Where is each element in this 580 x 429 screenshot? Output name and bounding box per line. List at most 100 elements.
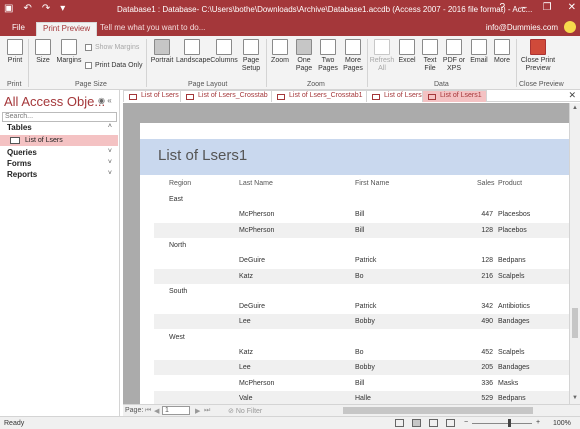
horizontal-scroll-thumb[interactable]: [343, 407, 533, 414]
customize-icon[interactable]: ▾: [60, 3, 65, 14]
more-button[interactable]: More: [492, 39, 512, 65]
chevron-down-icon: ˅: [107, 159, 112, 166]
scroll-up-icon[interactable]: ▲: [572, 105, 578, 111]
zoom-out-icon[interactable]: −: [464, 419, 468, 426]
group-label-page-size: Page Size: [75, 81, 107, 88]
title-bar: ▣ ↶ ↷ ▾ Database1 : Database- C:\Users\b…: [0, 0, 580, 20]
more-pages-icon: [345, 39, 361, 55]
page-setup-button[interactable]: Page Setup: [240, 39, 262, 73]
ribbon-tab-row: File Print Preview Tell me what you want…: [0, 20, 580, 36]
nav-pane-header[interactable]: All Access Obje...: [4, 94, 105, 109]
columns-icon: [216, 39, 232, 55]
zoom-button[interactable]: Zoom: [268, 39, 292, 65]
tab-file[interactable]: File: [6, 22, 31, 33]
text-file-button[interactable]: Text File: [420, 39, 440, 73]
close-document-icon[interactable]: ✕: [568, 90, 576, 101]
next-page-icon[interactable]: ▶: [195, 407, 200, 415]
show-margins-checkbox[interactable]: Show Margins: [85, 44, 139, 51]
feedback-smiley-icon[interactable]: [564, 21, 576, 33]
doc-tab-active[interactable]: List of Lsers1: [422, 90, 487, 102]
restore-icon[interactable]: ❐: [543, 2, 552, 13]
tell-me-search[interactable]: Tell me what you want to do...: [100, 23, 205, 32]
zoom-level: 100%: [553, 420, 571, 427]
page-label: Page:: [125, 407, 144, 414]
print-data-only-checkbox[interactable]: Print Data Only: [85, 62, 142, 69]
nav-item-list-of-lsers[interactable]: List of Lsers: [0, 135, 118, 146]
scroll-thumb[interactable]: [572, 308, 578, 338]
layout-view-icon[interactable]: [429, 419, 438, 427]
zoom-in-icon[interactable]: +: [536, 419, 540, 426]
nav-section-forms[interactable]: Forms ˅: [0, 159, 118, 169]
report-page: List of Lsers1 Region Last Name First Na…: [140, 123, 569, 404]
nav-menu-icon[interactable]: ◉: [98, 96, 105, 105]
scroll-down-icon[interactable]: ▼: [572, 395, 578, 401]
cell-first-name: Patrick: [355, 303, 377, 311]
refresh-all-button[interactable]: Refresh All: [369, 39, 395, 73]
magnifier-icon: [272, 39, 288, 55]
cell-first-name: Bo: [355, 272, 364, 280]
user-account[interactable]: info@Dummies.com: [486, 23, 558, 32]
report-view-icon[interactable]: [395, 419, 404, 427]
landscape-icon: [184, 39, 200, 55]
print-button[interactable]: Print: [4, 39, 26, 65]
table-icon: [129, 94, 137, 100]
doc-tab[interactable]: List of Lsers: [123, 90, 184, 102]
nav-section-queries[interactable]: Queries ˅: [0, 148, 118, 158]
cell-first-name: Bobby: [355, 364, 375, 372]
zoom-slider-knob[interactable]: [508, 419, 511, 427]
save-icon[interactable]: ▣: [4, 3, 13, 14]
no-filter-indicator[interactable]: ⊘ No Filter: [228, 407, 262, 415]
margins-button[interactable]: Margins: [56, 39, 82, 65]
portrait-button[interactable]: Portrait: [150, 39, 174, 65]
close-print-preview-button[interactable]: Close Print Preview: [520, 39, 556, 73]
document-tabs: List of Lsers List of Lsers_Crosstab Lis…: [123, 90, 580, 102]
cell-last-name: Katz: [239, 349, 254, 356]
print-preview-view-icon[interactable]: [412, 419, 421, 427]
landscape-button[interactable]: Landscape: [176, 39, 210, 65]
collapse-nav-icon[interactable]: «: [107, 96, 111, 105]
cell-sales: 216: [481, 272, 493, 280]
doc-tab[interactable]: List of Lsers_Crosstab1: [271, 90, 368, 102]
tab-print-preview[interactable]: Print Preview: [36, 22, 98, 36]
undo-icon[interactable]: ↶: [23, 3, 31, 14]
page-number-input[interactable]: 1: [162, 406, 190, 415]
first-page-icon[interactable]: ⏮: [145, 407, 151, 415]
cell-last-name: McPherson: [239, 226, 275, 234]
email-button[interactable]: Email: [468, 39, 490, 65]
doc-tab[interactable]: List of Lsers_Crosstab: [180, 90, 273, 102]
nav-section-reports[interactable]: Reports ˅: [0, 170, 118, 180]
doc-tab[interactable]: List of Lsers: [366, 90, 427, 102]
cell-sales: 452: [481, 349, 493, 356]
size-button[interactable]: Size: [32, 39, 54, 65]
nav-search-input[interactable]: Search...: [2, 112, 117, 122]
cell-last-name: Lee: [239, 364, 251, 372]
refresh-icon: [374, 39, 390, 55]
printer-icon: [7, 39, 23, 55]
pdf-xps-button[interactable]: PDF or XPS: [442, 39, 466, 73]
minimize-icon[interactable]: –: [521, 2, 527, 13]
excel-button[interactable]: Excel: [397, 39, 417, 65]
columns-button[interactable]: Columns: [210, 39, 238, 65]
region-group-label: East: [169, 196, 184, 203]
group-label-close-preview: Close Preview: [519, 81, 564, 88]
cell-first-name: Patrick: [355, 257, 377, 265]
close-icon[interactable]: ✕: [568, 2, 576, 13]
ribbon-separator: [367, 39, 368, 87]
design-view-icon[interactable]: [446, 419, 455, 427]
more-pages-button[interactable]: More Pages: [341, 39, 365, 73]
group-label-data: Data: [434, 81, 449, 88]
one-page-button[interactable]: One Page: [294, 39, 314, 73]
prev-page-icon[interactable]: ◀: [154, 407, 159, 415]
help-icon[interactable]: ?: [500, 2, 506, 13]
last-page-icon[interactable]: ⏭: [204, 407, 210, 415]
ribbon-separator: [516, 39, 517, 87]
cell-product: Scalpels: [498, 349, 525, 356]
redo-icon[interactable]: ↷: [42, 3, 50, 14]
report-icon: [372, 94, 380, 100]
region-group-label: West: [169, 333, 185, 341]
zoom-slider[interactable]: [472, 423, 532, 424]
vertical-scrollbar[interactable]: ▲ ▼: [569, 103, 580, 404]
cell-sales: 128: [481, 226, 493, 234]
two-pages-button[interactable]: Two Pages: [317, 39, 339, 73]
nav-section-tables[interactable]: Tables ˄: [0, 123, 118, 133]
